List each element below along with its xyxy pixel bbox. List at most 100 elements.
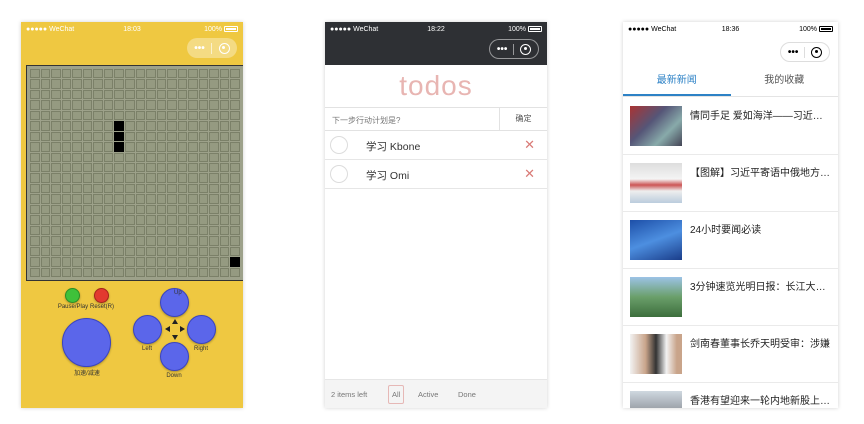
left-button[interactable] (133, 315, 162, 344)
board-cell (198, 142, 209, 152)
board-cell (219, 142, 230, 152)
mini-program-capsule: ••• (780, 42, 830, 62)
board-cell (188, 152, 198, 163)
more-icon[interactable]: ••• (497, 44, 508, 55)
board-cell (209, 121, 219, 131)
delete-icon[interactable]: ✕ (524, 137, 535, 153)
board-cell (82, 89, 93, 100)
board-cell (135, 79, 146, 89)
close-target-icon[interactable] (520, 43, 532, 55)
board-cell (51, 183, 61, 194)
board-cell (188, 204, 198, 215)
board-cell (177, 163, 188, 173)
filter-active[interactable]: Active (418, 390, 438, 399)
board-cell (61, 173, 72, 183)
board-cell (61, 257, 72, 267)
board-cell (230, 173, 240, 183)
board-cell (103, 246, 114, 257)
board-cell (219, 246, 230, 257)
board-cell (61, 246, 72, 257)
board-cell (198, 110, 209, 121)
close-target-icon[interactable] (218, 42, 230, 54)
tab-latest-news[interactable]: 最新新闻 (623, 66, 731, 96)
board-cell (40, 267, 51, 277)
board-cell (72, 79, 82, 89)
down-button[interactable] (160, 342, 189, 371)
board-cell (167, 225, 177, 236)
board-cell (219, 131, 230, 142)
board-cell (51, 215, 61, 225)
tab-favorites[interactable]: 我的收藏 (731, 66, 839, 96)
board-cell (188, 194, 198, 204)
board-cell (61, 79, 72, 89)
board-cell (156, 236, 167, 246)
news-item[interactable]: 【图解】习近平寄语中俄地方合作 (623, 155, 838, 212)
board-cell (93, 121, 103, 131)
board-cell (177, 257, 188, 267)
news-item[interactable]: 24小时要闻必读 (623, 212, 838, 269)
filter-done[interactable]: Done (458, 390, 476, 399)
board-cell (135, 267, 146, 277)
board-cell (219, 236, 230, 246)
board-cell (124, 152, 135, 163)
arrow-left-icon (165, 326, 170, 332)
board-cell (177, 215, 188, 225)
board-cell (82, 173, 93, 183)
close-target-icon[interactable] (811, 46, 823, 58)
board-cell (198, 236, 209, 246)
board-cell (82, 100, 93, 110)
board-cell (219, 121, 230, 131)
board-cell (177, 267, 188, 277)
mini-program-capsule: ••• (187, 38, 237, 58)
board-cell (156, 142, 167, 152)
board-cell (30, 215, 40, 225)
board-cell (146, 89, 156, 100)
board-cell (167, 236, 177, 246)
news-item[interactable]: 情同手足 爱如海洋——习近平主席 (623, 98, 838, 155)
news-item[interactable]: 3分钟速览光明日报：长江大保护 (623, 269, 838, 326)
more-icon[interactable]: ••• (788, 47, 799, 58)
confirm-button[interactable]: 确定 (499, 108, 547, 130)
board-cell (82, 79, 93, 89)
todo-item: 学习 Omi ✕ (325, 160, 547, 189)
board-cell (40, 204, 51, 215)
board-cell (61, 131, 72, 142)
board-cell (103, 110, 114, 121)
news-item[interactable]: 剑南春董事长乔天明受审：涉嫌 (623, 326, 838, 383)
news-item[interactable]: 香港有望迎来一轮内地新股上市潮 (623, 383, 838, 408)
board-cell (156, 79, 167, 89)
board-cell (61, 89, 72, 100)
board-cell (135, 142, 146, 152)
board-cell (230, 121, 240, 131)
more-icon[interactable]: ••• (194, 43, 205, 54)
snake-segment (114, 142, 124, 152)
board-cell (103, 267, 114, 277)
board-cell (219, 89, 230, 100)
board-cell (188, 236, 198, 246)
filter-all[interactable]: All (388, 385, 405, 404)
delete-icon[interactable]: ✕ (524, 166, 535, 182)
todo-checkbox[interactable] (330, 165, 348, 183)
board-cell (30, 69, 40, 79)
board-cell (114, 267, 124, 277)
board-cell (188, 173, 198, 183)
reset-button[interactable] (94, 288, 109, 303)
board-cell (40, 215, 51, 225)
board-cell (135, 215, 146, 225)
board-cell (135, 236, 146, 246)
board-cell (177, 69, 188, 79)
board-cell (40, 194, 51, 204)
board-cell (177, 225, 188, 236)
todo-checkbox[interactable] (330, 136, 348, 154)
board-cell (188, 110, 198, 121)
board-cell (114, 79, 124, 89)
speed-button[interactable] (62, 318, 111, 367)
right-button[interactable] (187, 315, 216, 344)
news-screen: ●●●●● WeChat 18:36 100% ••• 最新新闻 我的收藏 情同… (623, 22, 838, 408)
board-cell (51, 69, 61, 79)
board-cell (146, 142, 156, 152)
board-cell (230, 236, 240, 246)
pause-play-button[interactable] (65, 288, 80, 303)
new-todo-input[interactable]: 下一步行动计划是? (332, 115, 400, 126)
board-cell (198, 163, 209, 173)
